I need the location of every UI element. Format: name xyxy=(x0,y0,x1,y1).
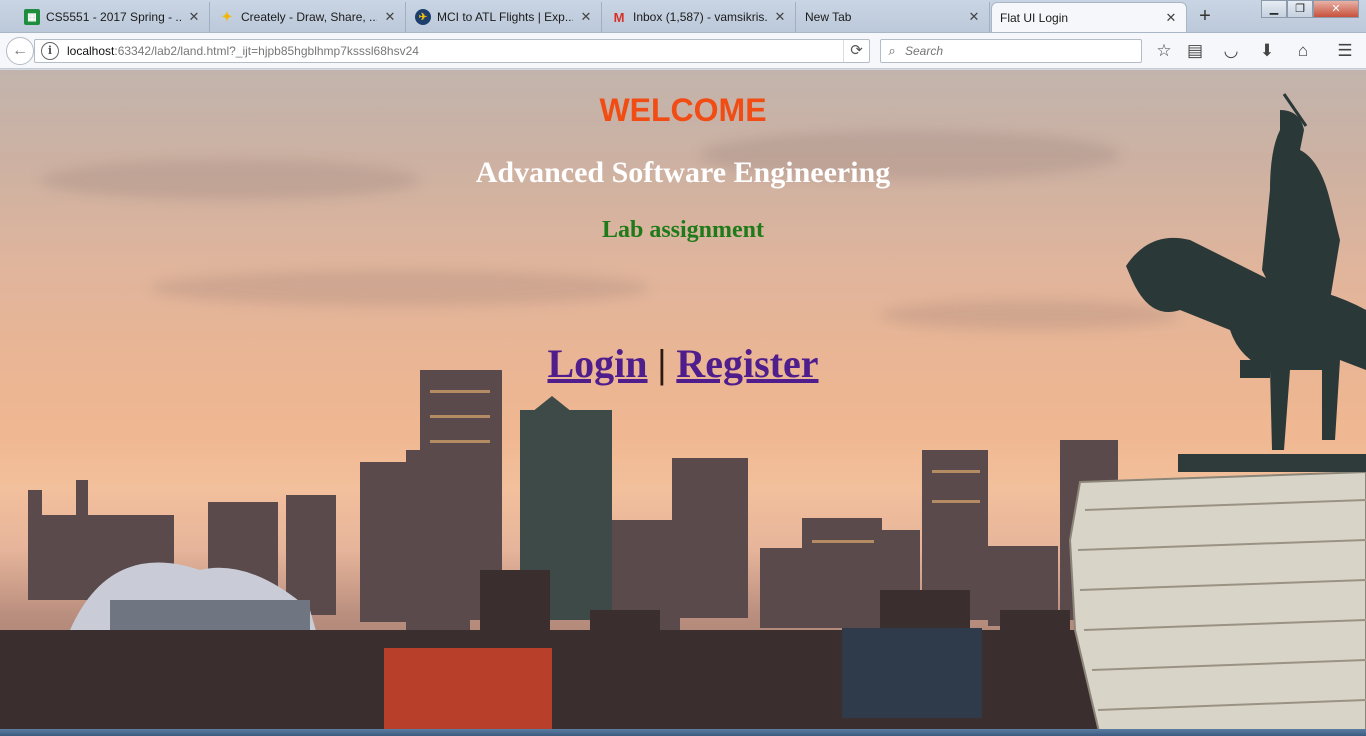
close-icon[interactable]: ✕ xyxy=(967,9,981,25)
reading-list-icon[interactable]: ▤ xyxy=(1182,39,1208,63)
register-link[interactable]: Register xyxy=(676,341,818,386)
window-close-button[interactable]: ✕ xyxy=(1313,0,1359,18)
tab-strip: ▦ CS5551 - 2017 Spring - ... ✕ ✦ Createl… xyxy=(0,0,1366,33)
tab-label: Creately - Draw, Share, ... xyxy=(241,10,377,24)
close-icon[interactable]: ✕ xyxy=(383,9,397,25)
os-taskbar xyxy=(0,729,1366,736)
home-icon[interactable]: ⌂ xyxy=(1290,39,1316,63)
plane-icon: ✈ xyxy=(415,9,431,25)
close-icon[interactable]: ✕ xyxy=(187,9,201,25)
auth-links: Login | Register xyxy=(0,340,1366,387)
tab-label: MCI to ATL Flights | Exp... xyxy=(437,10,573,24)
tab-flights[interactable]: ✈ MCI to ATL Flights | Exp... ✕ xyxy=(407,2,602,32)
lightbulb-icon: ✦ xyxy=(221,9,233,24)
tab-label: Inbox (1,587) - vamsikris... xyxy=(633,10,767,24)
menu-icon[interactable]: ☰ xyxy=(1332,39,1358,63)
maximize-button[interactable]: ❐ xyxy=(1287,0,1313,18)
back-button[interactable]: ← xyxy=(6,37,34,65)
tab-cs5551[interactable]: ▦ CS5551 - 2017 Spring - ... ✕ xyxy=(16,2,210,32)
tab-label: CS5551 - 2017 Spring - ... xyxy=(46,10,181,24)
close-icon[interactable]: ✕ xyxy=(773,9,787,25)
tab-new-tab[interactable]: New Tab ✕ xyxy=(797,2,990,32)
close-icon[interactable]: ✕ xyxy=(579,9,593,25)
pocket-icon[interactable]: ◡ xyxy=(1218,39,1244,63)
info-icon[interactable]: i xyxy=(41,42,59,60)
gmail-icon: M xyxy=(613,9,625,25)
url-host: localhost xyxy=(67,44,115,58)
tab-label: New Tab xyxy=(805,10,852,24)
minimize-button[interactable]: ▁ xyxy=(1261,0,1287,18)
navigation-bar: ← i localhost:63342/lab2/land.html?_ijt=… xyxy=(0,33,1366,69)
welcome-heading: WELCOME xyxy=(599,92,767,128)
search-icon: ⌕ xyxy=(888,43,896,58)
spreadsheet-icon: ▦ xyxy=(24,9,40,25)
course-title: Advanced Software Engineering xyxy=(475,156,891,189)
bookmark-star-icon[interactable]: ☆ xyxy=(1151,39,1177,63)
tab-flat-ui-login[interactable]: Flat UI Login ✕ xyxy=(991,2,1187,32)
link-separator: | xyxy=(657,341,667,386)
url-text[interactable]: localhost:63342/lab2/land.html?_ijt=hjpb… xyxy=(67,44,843,58)
tab-label: Flat UI Login xyxy=(1000,10,1069,25)
lab-subtitle: Lab assignment xyxy=(601,217,765,243)
url-path: :63342/lab2/land.html?_ijt=hjpb85hgblhmp… xyxy=(114,44,419,58)
new-tab-button[interactable]: + xyxy=(1192,4,1218,28)
search-input[interactable] xyxy=(903,43,1133,59)
search-bar[interactable]: ⌕ xyxy=(880,39,1142,63)
tab-creately[interactable]: ✦ Creately - Draw, Share, ... ✕ xyxy=(211,2,406,32)
page-content: WELCOME Advanced Software Engineering La… xyxy=(0,70,1366,736)
back-arrow-icon: ← xyxy=(12,42,28,59)
download-icon[interactable]: ⬇ xyxy=(1254,39,1280,63)
reload-icon[interactable]: ⟳ xyxy=(843,40,869,62)
login-link[interactable]: Login xyxy=(547,341,647,386)
tab-inbox[interactable]: M Inbox (1,587) - vamsikris... ✕ xyxy=(603,2,796,32)
close-icon[interactable]: ✕ xyxy=(1164,10,1178,26)
address-bar[interactable]: i localhost:63342/lab2/land.html?_ijt=hj… xyxy=(34,39,870,63)
